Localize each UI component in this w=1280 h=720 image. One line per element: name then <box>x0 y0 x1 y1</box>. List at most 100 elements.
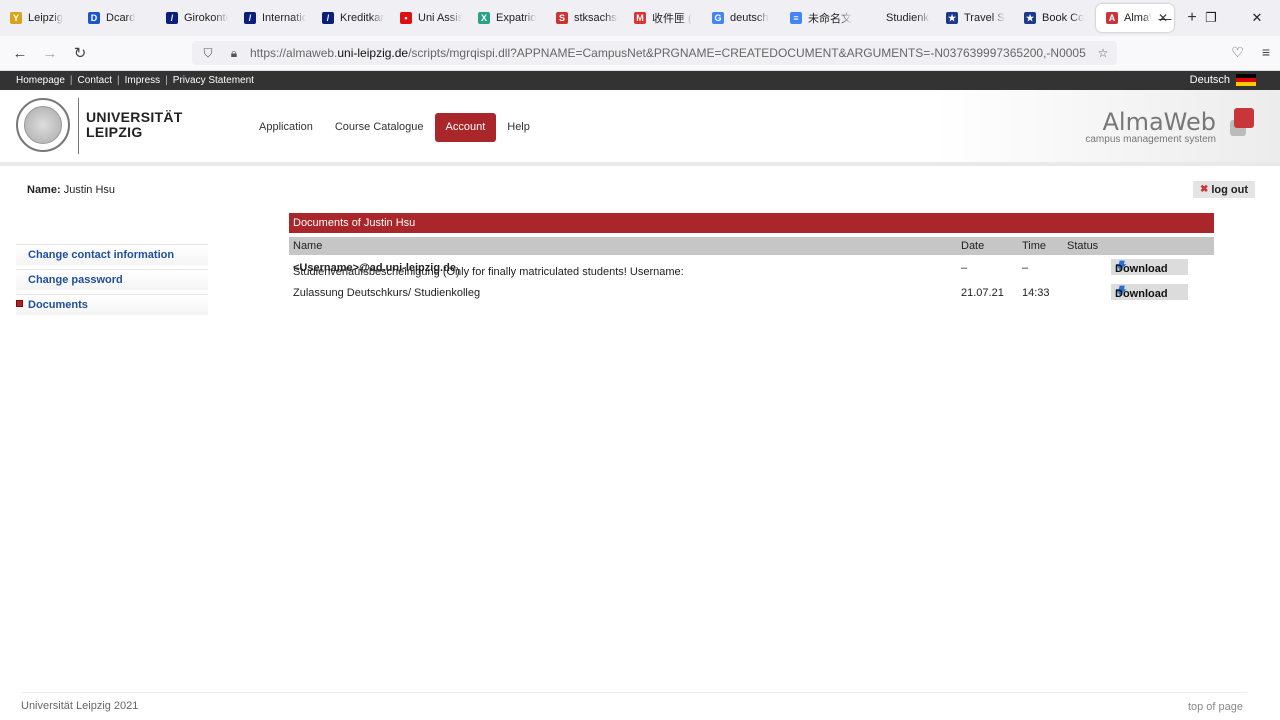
tab-favicon-icon: ★ <box>1024 12 1036 24</box>
restore-icon[interactable]: ❐ <box>1188 0 1234 36</box>
browser-tab[interactable]: D Dcard <box>78 0 156 36</box>
tab-favicon-icon: • <box>400 12 412 24</box>
sidebar-item-change-contact[interactable]: Change contact information <box>16 244 208 265</box>
download-button[interactable]: 🡇 Download <box>1111 259 1188 275</box>
user-name: Justin Hsu <box>63 184 116 196</box>
german-flag-icon[interactable] <box>1236 74 1256 86</box>
document-time: – <box>1022 262 1029 274</box>
download-label: Download <box>1115 263 1168 275</box>
university-logo-text[interactable]: UNIVERSITÄT LEIPZIG <box>86 110 183 140</box>
table-row: Studienverlaufsbescheinigung (Only for f… <box>289 258 1214 278</box>
close-icon: ✖ <box>1199 184 1209 195</box>
tab-favicon-icon: / <box>244 12 256 24</box>
pocket-icon[interactable]: ♡ <box>1231 44 1244 61</box>
document-name-text: Studienverlaufsbescheinigung (Only for f… <box>293 266 684 278</box>
download-label: Download <box>1115 288 1168 300</box>
tab-title: deutsch <box>730 12 769 24</box>
menu-icon[interactable]: ≡ <box>1262 44 1270 61</box>
browser-tab[interactable]: M 收件匣 ( <box>624 0 702 36</box>
browser-tab[interactable]: Y Leipzig <box>0 0 78 36</box>
sidebar-item-change-password[interactable]: Change password <box>16 269 208 290</box>
nav-course-catalogue[interactable]: Course Catalogue <box>324 113 435 142</box>
impress-link[interactable]: Impress <box>125 75 161 86</box>
bookmark-star-icon[interactable]: ☆ <box>1093 46 1113 60</box>
browser-tab[interactable]: / International <box>234 0 312 36</box>
footer: Universität Leipzig 2021 top of page <box>21 692 1247 713</box>
lock-icon[interactable]: 🔒︎ <box>224 46 244 61</box>
tab-favicon-icon: M <box>634 12 646 24</box>
tab-title: Uni Assist <box>418 12 462 24</box>
browser-tab[interactable]: Sstksachsen <box>546 0 624 36</box>
brand-name: AlmaWeb <box>1102 108 1217 136</box>
url-rest: /scripts/mgrqispi.dll?APPNAME=CampusNet&… <box>408 46 1086 60</box>
browser-tab[interactable]: / Girokonto <box>156 0 234 36</box>
browser-tab[interactable]: ≡ 未命名文件 <box>780 0 858 36</box>
nav-account[interactable]: Account <box>434 113 497 142</box>
browser-nav-bar: ← → ↻ ⛉ 🔒︎ https://almaweb.uni-leipzig.d… <box>0 36 1280 71</box>
url-text[interactable]: https://almaweb.uni-leipzig.de/scripts/m… <box>250 46 1090 60</box>
close-window-icon[interactable]: ✕ <box>1234 0 1280 36</box>
brand-subtitle: campus management system <box>1085 134 1216 145</box>
sidebar-item-documents[interactable]: Documents <box>16 294 208 315</box>
tab-title: International <box>262 12 306 24</box>
footer-copyright: Universität Leipzig 2021 <box>21 700 139 712</box>
privacy-link[interactable]: Privacy Statement <box>173 75 254 86</box>
toolbar-right: ♡ ≡ <box>1231 44 1270 61</box>
tab-favicon-icon <box>868 12 880 24</box>
browser-tab[interactable]: / Kreditkarte <box>312 0 390 36</box>
contact-link[interactable]: Contact <box>78 75 112 86</box>
nav-application[interactable]: Application <box>248 113 324 142</box>
reload-icon[interactable]: ↻ <box>65 44 95 62</box>
tab-title: Expatrio <box>496 12 537 24</box>
university-line2: LEIPZIG <box>86 124 143 140</box>
document-name-tail: ) <box>455 266 460 278</box>
tab-title: 收件匣 ( <box>652 13 692 25</box>
site-header: UNIVERSITÄT LEIPZIG Application Course C… <box>0 90 1280 166</box>
tab-title: Leipzig <box>28 12 63 24</box>
logout-button[interactable]: ✖ log out <box>1193 181 1255 198</box>
shield-icon[interactable]: ⛉ <box>198 46 218 61</box>
browser-tab[interactable]: • Uni Assist <box>390 0 468 36</box>
browser-tab[interactable]: Studienkolleg <box>858 0 936 36</box>
browser-tab[interactable]: X Expatrio <box>468 0 546 36</box>
site-top-strip: Homepage | Contact | Impress | Privacy Stat… <box>0 71 1280 90</box>
tab-title: Studienkolleg <box>886 12 930 24</box>
documents-table-header: Name Date Time Status <box>289 237 1214 255</box>
language-label[interactable]: Deutsch <box>1190 74 1230 86</box>
download-button[interactable]: 🡇 Download <box>1111 284 1188 300</box>
tab-favicon-icon: S <box>556 12 568 24</box>
name-label: Name: <box>27 184 61 196</box>
document-time: 14:33 <box>1022 287 1050 299</box>
university-seal-icon[interactable] <box>16 98 70 152</box>
address-bar[interactable]: ⛉ 🔒︎ https://almaweb.uni-leipzig.de/scri… <box>192 41 1117 65</box>
browser-tab[interactable]: ★ Travel S <box>936 0 1014 36</box>
browser-tab[interactable]: Gdeutsch <box>702 0 780 36</box>
browser-tab[interactable]: ★ Book Co <box>1014 0 1092 36</box>
tab-favicon-icon: / <box>322 12 334 24</box>
homepage-link[interactable]: Homepage <box>16 75 65 86</box>
forward-icon[interactable]: → <box>35 45 65 62</box>
tab-title: 未命名文件 <box>808 13 852 25</box>
minimize-icon[interactable]: — <box>1142 0 1188 36</box>
col-date: Date <box>961 240 985 252</box>
tab-title: Girokonto <box>184 12 228 24</box>
nav-help[interactable]: Help <box>496 113 541 142</box>
url-prefix: https://almaweb. <box>250 46 338 60</box>
logout-label: log out <box>1211 183 1249 196</box>
tab-favicon-icon: D <box>88 12 100 24</box>
back-icon[interactable]: ← <box>5 45 35 62</box>
language-switch[interactable]: Deutsch <box>1190 74 1256 86</box>
logo-cube-red <box>1234 108 1254 128</box>
document-name: Studienverlaufsbescheinigung (Only for f… <box>293 262 684 278</box>
top-of-page-link[interactable]: top of page <box>1188 701 1243 713</box>
documents-caption: Documents of Justin Hsu <box>289 213 1214 233</box>
user-name-line: Name: Justin Hsu <box>27 184 115 196</box>
university-line1: UNIVERSITÄT <box>86 109 183 125</box>
sidebar: Change contact information Change passwo… <box>16 244 208 319</box>
main-nav: Application Course Catalogue Account Hel… <box>248 113 541 142</box>
tab-favicon-icon: / <box>166 12 178 24</box>
tab-favicon-icon: ≡ <box>790 12 802 24</box>
col-time: Time <box>1022 240 1047 252</box>
tab-favicon-icon: A <box>1106 12 1118 24</box>
tab-title: stksachsen <box>574 12 618 24</box>
